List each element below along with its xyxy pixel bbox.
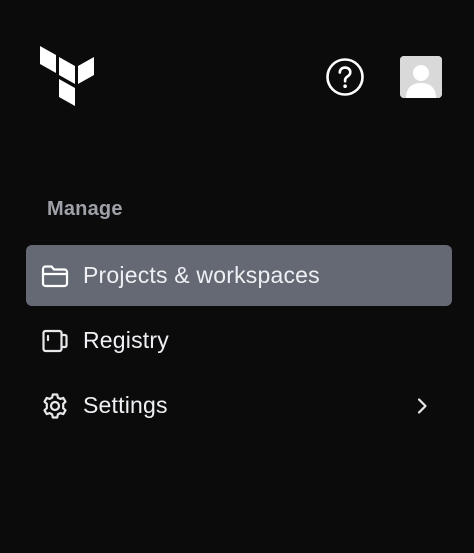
- help-button[interactable]: [325, 57, 365, 97]
- folder-icon: [40, 261, 70, 291]
- sidebar-item-label: Registry: [83, 327, 169, 353]
- sidebar-item-label: Settings: [83, 392, 168, 418]
- help-circle-icon: [325, 58, 365, 100]
- section-label-manage: Manage: [47, 198, 123, 220]
- sidebar-item-label: Projects & workspaces: [83, 262, 320, 288]
- user-avatar[interactable]: [400, 56, 442, 98]
- sidebar-item-projects-workspaces[interactable]: Projects & workspaces: [26, 245, 452, 306]
- sidebar-panel: Manage Projects & workspaces Registry Se…: [0, 0, 474, 553]
- sidebar-item-settings[interactable]: Settings: [26, 375, 452, 436]
- sidebar-item-registry[interactable]: Registry: [26, 310, 452, 371]
- registry-icon: [40, 326, 70, 356]
- chevron-right-icon[interactable]: [412, 396, 432, 416]
- terraform-logo-icon[interactable]: [40, 46, 96, 106]
- user-avatar-icon: [400, 56, 442, 98]
- gear-icon: [40, 391, 70, 421]
- sidebar-nav: Projects & workspaces Registry Settings: [26, 245, 452, 440]
